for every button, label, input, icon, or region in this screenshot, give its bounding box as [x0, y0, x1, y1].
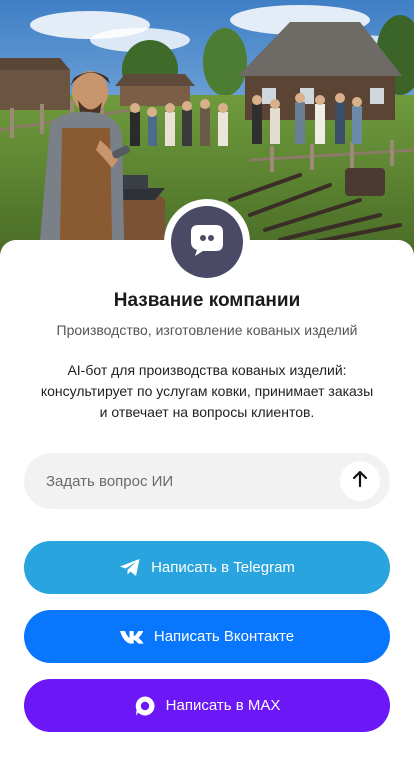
- telegram-button[interactable]: Написать в Telegram: [24, 541, 390, 594]
- chat-bot-icon: [189, 223, 225, 262]
- company-name: Название компании: [113, 290, 301, 311]
- ask-ai-input[interactable]: [46, 453, 336, 509]
- avatar: [171, 206, 243, 278]
- max-button-label: Написать в MAX: [165, 697, 281, 714]
- max-icon: [134, 695, 156, 717]
- company-subtitle: Производство, изготовление кованых издел…: [56, 322, 358, 338]
- telegram-button-label: Написать в Telegram: [151, 559, 295, 576]
- max-button[interactable]: Написать в MAX: [24, 679, 390, 732]
- vk-button-label: Написать Вконтакте: [153, 628, 295, 645]
- arrow-up-icon: [352, 470, 368, 493]
- telegram-icon: [119, 558, 141, 577]
- company-description: AI-бот для производства кованых изделий:…: [40, 362, 374, 420]
- send-button[interactable]: [340, 461, 380, 501]
- vk-icon: [120, 630, 144, 644]
- vk-button[interactable]: Написать Вконтакте: [24, 610, 390, 663]
- ask-ai-field: [24, 453, 390, 509]
